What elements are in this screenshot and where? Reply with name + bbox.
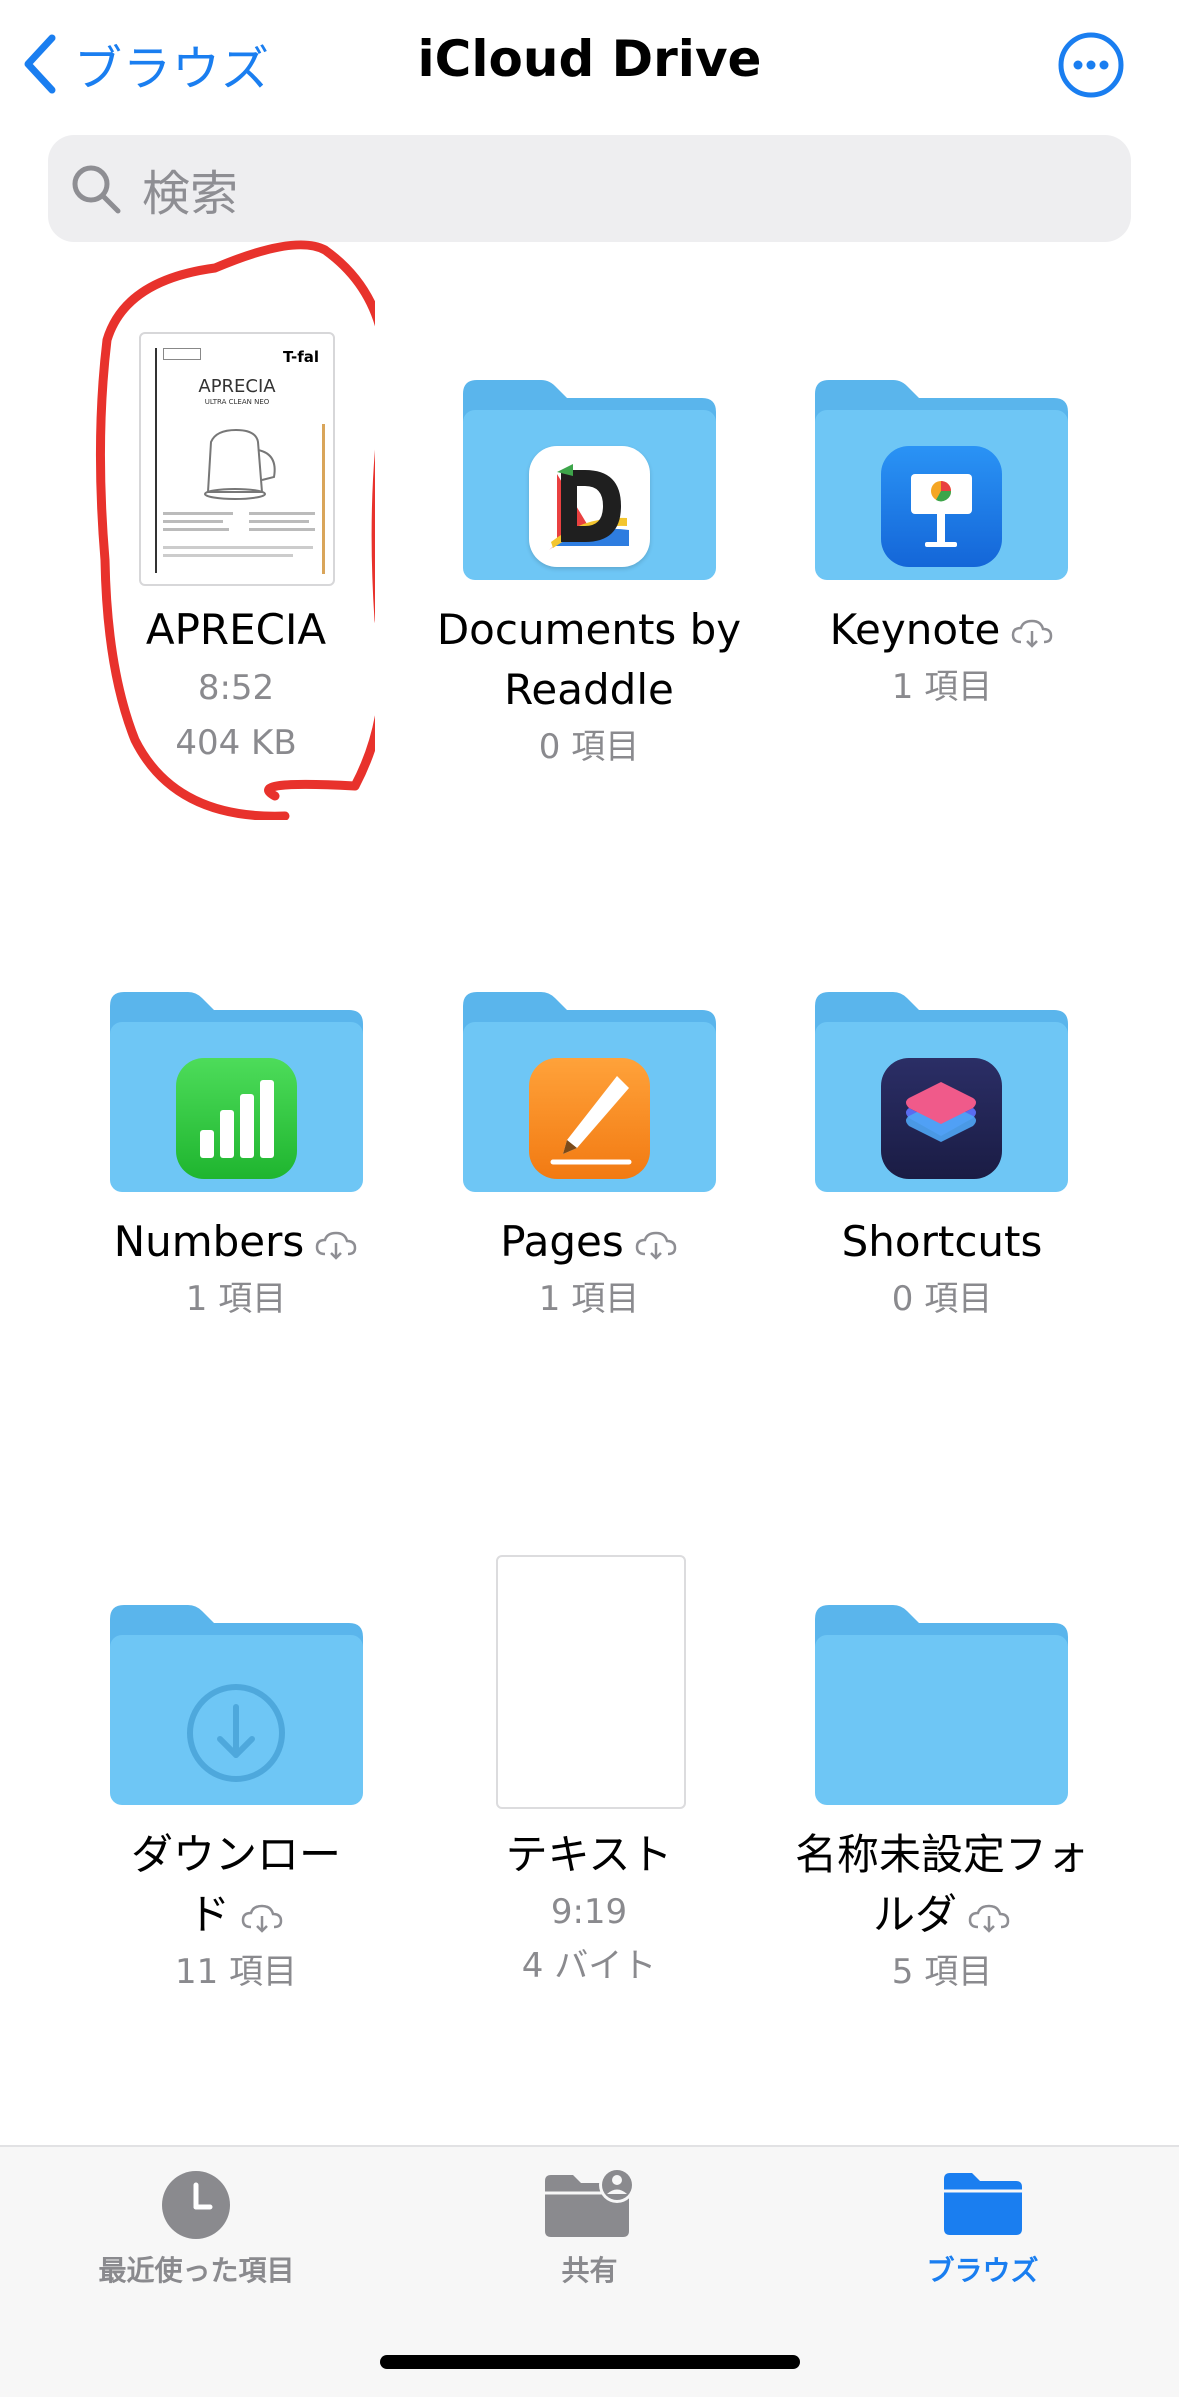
shared-folder-icon bbox=[545, 2167, 635, 2237]
folder-name: Shortcuts bbox=[841, 1217, 1043, 1266]
tab-recents[interactable]: 最近使った項目 bbox=[0, 2147, 393, 2317]
folder-name: Pages bbox=[409, 1212, 769, 1272]
folder-name-text: Numbers bbox=[113, 1217, 305, 1266]
folder-name: Keynote bbox=[762, 600, 1122, 660]
shortcuts-app-icon bbox=[881, 1058, 1002, 1179]
folder-name-line1: 名称未設定フォ bbox=[794, 1830, 1089, 1879]
folder-name-text: ルダ bbox=[872, 1890, 957, 1939]
more-options-icon[interactable] bbox=[1057, 31, 1125, 99]
folder-item-count: 1 項目 bbox=[538, 1279, 640, 1319]
thumbnail-brand: T-fal bbox=[282, 348, 319, 366]
folder-name-line2: ド bbox=[56, 1885, 416, 1945]
folder-name-text: Pages bbox=[500, 1217, 624, 1266]
documents-app-icon bbox=[529, 446, 650, 567]
folder-item-numbers[interactable]: Numbers 1 項目 bbox=[56, 992, 416, 1332]
tab-label: ブラウズ bbox=[926, 2254, 1039, 2287]
cloud-download-icon[interactable] bbox=[634, 1230, 678, 1260]
folder-icon bbox=[815, 1605, 1068, 1805]
tab-label: 共有 bbox=[561, 2254, 618, 2287]
folder-item-shortcuts[interactable]: Shortcuts 0 項目 bbox=[762, 992, 1122, 1332]
folder-name-line2: Readdle bbox=[504, 665, 674, 714]
blank-document-thumbnail bbox=[496, 1555, 686, 1809]
cloud-download-icon[interactable] bbox=[240, 1903, 284, 1933]
download-arrow-icon bbox=[187, 1684, 285, 1782]
folder-name-line1: ダウンロー bbox=[130, 1830, 341, 1879]
file-item-text[interactable]: テキスト 9:19 4 バイト bbox=[409, 1555, 769, 1995]
folder-item-downloads[interactable]: ダウンロー ド 11 項目 bbox=[56, 1605, 416, 2005]
search-icon bbox=[72, 165, 121, 213]
cloud-download-icon[interactable] bbox=[314, 1230, 358, 1260]
numbers-app-icon bbox=[176, 1058, 297, 1179]
file-item-aprecia[interactable]: T-fal APRECIA ULTRA CLEAN NEO APRECIA 8:… bbox=[56, 320, 416, 780]
home-indicator bbox=[380, 2355, 800, 2369]
file-time: 8:52 bbox=[197, 668, 275, 708]
tab-label: 最近使った項目 bbox=[98, 2254, 295, 2287]
folder-item-count: 1 項目 bbox=[891, 667, 993, 707]
folder-name-text: ド bbox=[187, 1890, 230, 1939]
folder-item-untitled-folder[interactable]: 名称未設定フォ ルダ 5 項目 bbox=[762, 1605, 1122, 2005]
clock-icon bbox=[162, 2171, 230, 2239]
folder-item-pages[interactable]: Pages 1 項目 bbox=[409, 992, 769, 1332]
folder-name-text: Keynote bbox=[829, 605, 1001, 654]
folder-name-line2: ルダ bbox=[762, 1885, 1122, 1945]
page-title: iCloud Drive bbox=[417, 30, 762, 88]
search-input[interactable]: 検索 bbox=[48, 135, 1131, 242]
file-time: 9:19 bbox=[550, 1892, 628, 1932]
tab-browse[interactable]: ブラウズ bbox=[786, 2147, 1179, 2317]
folder-item-count: 0 項目 bbox=[891, 1279, 993, 1319]
thumbnail-subtitle: ULTRA CLEAN NEO bbox=[204, 398, 270, 406]
folder-name-line1: Documents by bbox=[436, 605, 742, 654]
keynote-app-icon bbox=[881, 446, 1002, 567]
search-placeholder: 検索 bbox=[142, 165, 239, 222]
document-thumbnail: T-fal APRECIA ULTRA CLEAN NEO bbox=[139, 332, 335, 586]
folder-name: Numbers bbox=[56, 1212, 416, 1272]
tab-shared[interactable]: 共有 bbox=[393, 2147, 786, 2317]
thumbnail-title: APRECIA bbox=[198, 376, 276, 397]
folder-item-count: 11 項目 bbox=[174, 1952, 298, 1992]
folder-item-count: 5 項目 bbox=[891, 1952, 993, 1992]
folder-item-count: 1 項目 bbox=[185, 1279, 287, 1319]
file-size: 4 バイト bbox=[521, 1946, 657, 1986]
folder-item-documents-by-readdle[interactable]: Documents by Readdle 0 項目 bbox=[409, 380, 769, 780]
cloud-download-icon[interactable] bbox=[967, 1903, 1011, 1933]
folder-item-keynote[interactable]: Keynote 1 項目 bbox=[762, 380, 1122, 720]
pages-app-icon bbox=[529, 1058, 650, 1179]
folder-icon bbox=[944, 2173, 1022, 2235]
folder-item-count: 0 項目 bbox=[538, 727, 640, 767]
cloud-download-icon[interactable] bbox=[1010, 618, 1054, 648]
file-size: 404 KB bbox=[175, 723, 297, 763]
file-name: テキスト bbox=[505, 1830, 673, 1879]
file-name: APRECIA bbox=[145, 605, 327, 654]
kettle-illustration bbox=[204, 428, 276, 500]
